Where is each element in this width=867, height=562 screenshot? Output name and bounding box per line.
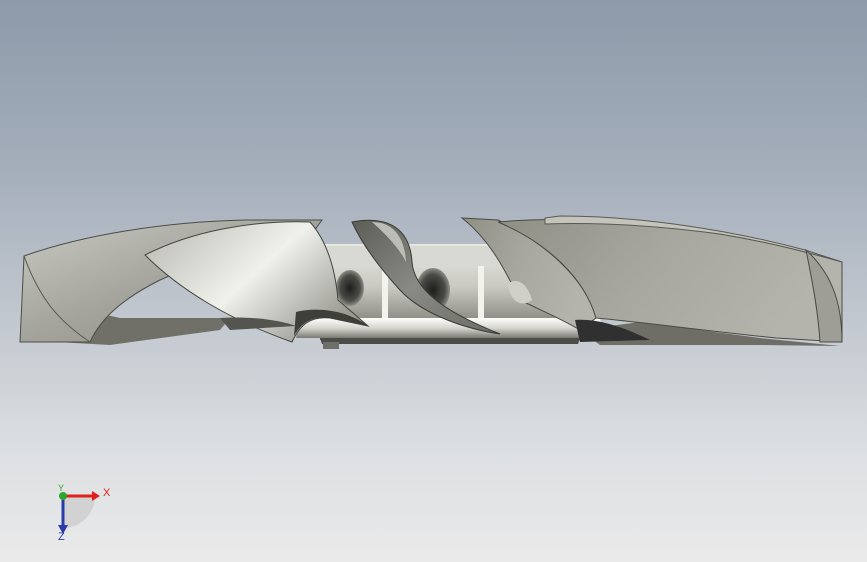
impeller-model[interactable] (0, 0, 867, 562)
hub-bottom-edge (320, 338, 580, 344)
triad-y-label: Y (58, 483, 65, 493)
orientation-triad: X Y Z (40, 480, 120, 550)
hub-foot (323, 342, 339, 349)
graphics-viewport[interactable]: X Y Z (0, 0, 867, 562)
triad-z-label: Z (58, 531, 65, 543)
hub-rib (478, 266, 484, 318)
triad-x-label: X (103, 487, 111, 499)
hub-hole (336, 270, 364, 306)
